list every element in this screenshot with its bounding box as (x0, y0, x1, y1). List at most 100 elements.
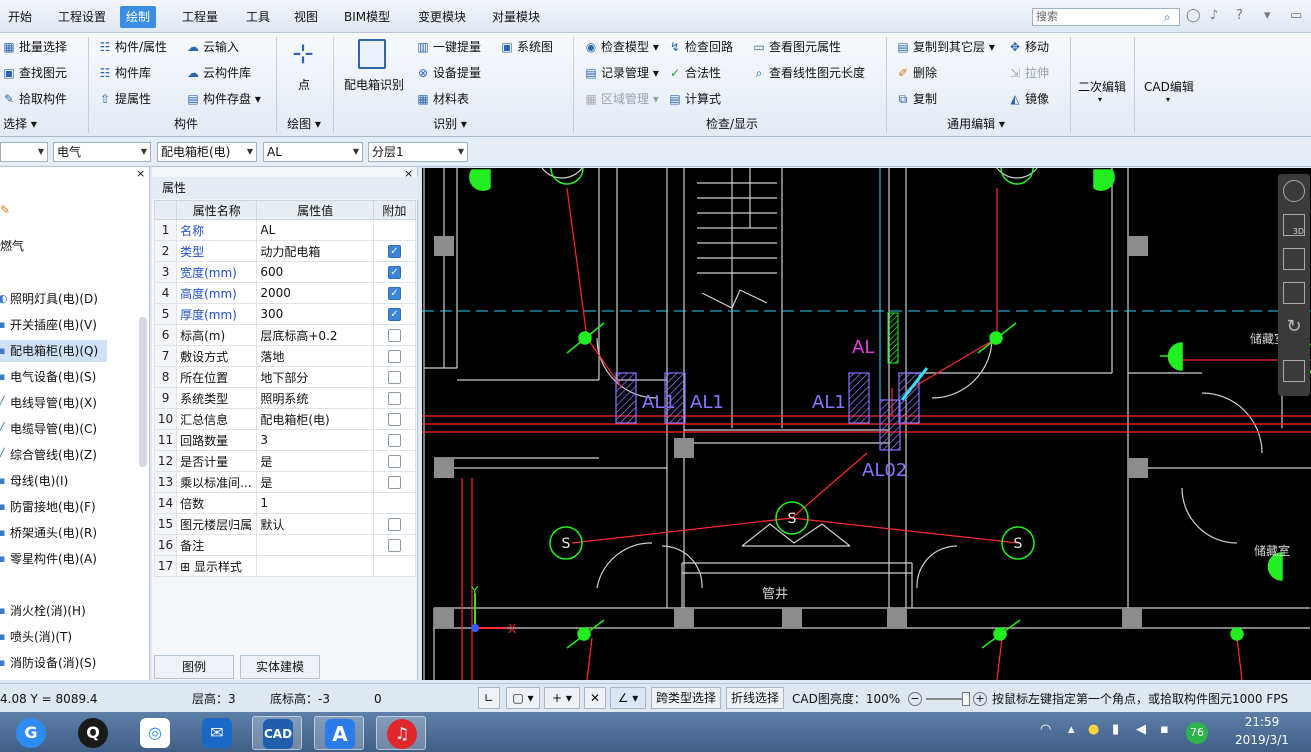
property-value[interactable]: AL (256, 219, 374, 241)
property-value[interactable]: 3 (256, 429, 374, 451)
cad-drawing-canvas[interactable]: S S S AL1 AL1 AL1 AL02 AL 管井 储藏室 储藏室 Y X… (422, 168, 1311, 680)
cad-edit-button[interactable]: CAD编辑 (1144, 77, 1194, 97)
check-loop-button[interactable]: ↯ 检查回路 (668, 37, 733, 57)
layer-select[interactable]: 分层1 ▼ (368, 142, 468, 162)
property-row[interactable]: 3 宽度(mm) 600 ✓ (153, 261, 417, 283)
property-value[interactable]: 是 (256, 450, 374, 472)
distribution-box-icon[interactable] (358, 39, 386, 69)
draw-group-label[interactable]: 绘图 ▾ (284, 115, 324, 133)
batch-select-button[interactable]: ▦ 批量选择 (2, 37, 67, 57)
unchecked-checkbox[interactable] (387, 329, 401, 342)
property-row[interactable]: 4 高度(mm) 2000 ✓ (153, 282, 417, 304)
tree-item-combined-pipeline[interactable]: ╱ 综合管线(电)(Z) (0, 444, 140, 466)
property-row[interactable]: 13 乘以标准间... 是 (153, 471, 417, 493)
component-type-select[interactable]: 配电箱柜(电) ▼ (157, 142, 257, 162)
search-input[interactable]: 搜索 (1032, 8, 1180, 26)
material-table-button[interactable]: ▦ 材料表 (416, 89, 469, 109)
shirt-icon[interactable]: ▾ (1264, 8, 1271, 23)
menu-project-settings[interactable]: 工程设置 (52, 6, 112, 28)
clock-time[interactable]: 21:59 (1232, 715, 1292, 729)
insert-point-toggle[interactable]: + ▾ (544, 687, 580, 709)
system-diagram-button[interactable]: ▣ 系统图 (500, 37, 553, 57)
tree-scrollbar[interactable] (139, 317, 147, 467)
tree-item-lighting[interactable]: ◐ 照明灯具(电)(D) (0, 288, 140, 310)
tree-item-distribution-box[interactable]: ▪ 配电箱柜(电)(Q) (0, 340, 107, 362)
angle-toggle[interactable]: ∠ ▾ (610, 687, 646, 709)
checked-checkbox[interactable]: ✓ (387, 245, 401, 258)
secondary-edit-button[interactable]: 二次编辑 (1078, 77, 1126, 97)
point-icon[interactable]: ⊹ (287, 39, 319, 71)
start-orb-button[interactable]: G (6, 716, 56, 750)
mirror-button[interactable]: ◭ 镜像 (1008, 89, 1049, 109)
property-row[interactable]: 15 图元楼层归属 默认 (153, 513, 417, 535)
user-icon[interactable]: ◯ (1186, 8, 1201, 23)
property-value[interactable]: 默认 (256, 513, 374, 535)
move-button[interactable]: ✥ 移动 (1008, 37, 1049, 57)
select-group-label[interactable]: 选择 ▾ (0, 115, 40, 133)
component-save-button[interactable]: ▤ 构件存盘 ▾ (186, 89, 261, 109)
device-extract-button[interactable]: ⊗ 设备提量 (416, 63, 481, 83)
rotate-icon[interactable]: ↻ (1283, 316, 1305, 338)
property-value[interactable]: 层底标高+0.2 (256, 324, 374, 346)
property-row[interactable]: 11 回路数量 3 (153, 429, 417, 451)
view-top-icon[interactable] (1283, 248, 1305, 270)
unchecked-checkbox[interactable] (387, 392, 401, 405)
checked-checkbox[interactable]: ✓ (387, 308, 401, 321)
view-3d-icon[interactable]: 3D (1283, 214, 1305, 236)
property-row[interactable]: 12 是否计量是 (153, 450, 417, 472)
netease-music-button[interactable]: ♫ (376, 716, 426, 750)
property-row[interactable]: 6 标高(m) 层底标高+0.2 (153, 324, 417, 346)
menu-bim-model[interactable]: BIM模型 (338, 6, 396, 28)
mail-app-button[interactable]: ✉ (192, 716, 242, 750)
volume-icon[interactable]: ◀ (1136, 722, 1146, 737)
cloud-input-button[interactable]: ☁ 云输入 (186, 37, 239, 57)
record-manage-button[interactable]: ▤ 记录管理 ▾ (584, 63, 659, 83)
property-row[interactable]: 10 汇总信息 配电箱柜(电) (153, 408, 417, 430)
clock-date[interactable]: 2019/3/1 (1226, 733, 1298, 747)
usb-icon[interactable]: ▮ (1112, 722, 1119, 737)
checked-checkbox[interactable]: ✓ (387, 287, 401, 300)
menu-draw[interactable]: 绘制 (120, 6, 157, 28)
tree-edit-icon[interactable]: ✎ (0, 203, 10, 217)
check-model-button[interactable]: ◉ 检查模型 ▾ (584, 37, 659, 57)
snap-toggle[interactable]: ▢ ▾ (506, 687, 540, 709)
one-click-extract-button[interactable]: ▥ 一键提量 (416, 37, 481, 57)
property-value[interactable]: 600 (256, 261, 374, 283)
delete-button[interactable]: ✐ 删除 (896, 63, 937, 83)
menu-compare-module[interactable]: 对量模块 (486, 6, 546, 28)
floor-select[interactable]: ▼ (0, 142, 48, 162)
point-button[interactable]: 点 (298, 75, 310, 95)
tree-item-cable-conduit[interactable]: ╱ 电缆导管(电)(C) (0, 418, 140, 440)
wifi-icon[interactable]: ◠ (1040, 722, 1051, 737)
network-icon[interactable]: ▪ (1160, 722, 1169, 737)
cloud-library-button[interactable]: ☁ 云构件库 (186, 63, 251, 83)
help-icon[interactable]: ? (1236, 8, 1243, 23)
find-element-button[interactable]: ▣ 查找图元 (2, 63, 67, 83)
property-value[interactable]: 地下部分 (256, 366, 374, 388)
tree-item-fire-hydrant[interactable]: ▪ 消火栓(消)(H) (0, 600, 140, 622)
window-icon[interactable]: ▭ (1290, 8, 1302, 23)
copy-to-other-floor-button[interactable]: ▤ 复制到其它层 ▾ (896, 37, 995, 57)
brightness-increase-button[interactable]: + (973, 692, 987, 706)
identify-group-label[interactable]: 识别 ▾ (430, 115, 470, 133)
tree-item-busbar[interactable]: ▪ 母线(电)(I) (0, 470, 140, 492)
baidu-netdisk-button[interactable]: ◎ (130, 716, 180, 750)
property-value[interactable]: 300 (256, 303, 374, 325)
grid-icon[interactable] (1283, 360, 1305, 382)
ortho-toggle[interactable]: ∟ (478, 687, 500, 709)
unchecked-checkbox[interactable] (387, 371, 401, 384)
formula-button[interactable]: ▤ 计算式 (668, 89, 721, 109)
tree-item-electrical-device[interactable]: ▪ 电气设备(电)(S) (0, 366, 140, 388)
tree-item-fire-device[interactable]: ▪ 消防设备(消)(S) (0, 652, 140, 674)
property-value[interactable] (256, 534, 374, 556)
tree-item-switch-socket[interactable]: ▪ 开关插座(电)(V) (0, 314, 140, 336)
view-linear-length-button[interactable]: ⌕ 查看线性图元长度 (752, 63, 865, 83)
property-row[interactable]: 17 ⊞ 显示样式 (153, 555, 417, 577)
property-value[interactable]: 2000 (256, 282, 374, 304)
bell-icon[interactable]: ♪ (1210, 8, 1218, 23)
copy-button[interactable]: ⧉ 复制 (896, 89, 937, 109)
property-value[interactable]: 配电箱柜(电) (256, 408, 374, 430)
edit-group-label[interactable]: 通用编辑 ▾ (944, 115, 1008, 133)
property-value[interactable]: 是 (256, 471, 374, 493)
component-name-select[interactable]: AL ▼ (263, 142, 363, 162)
